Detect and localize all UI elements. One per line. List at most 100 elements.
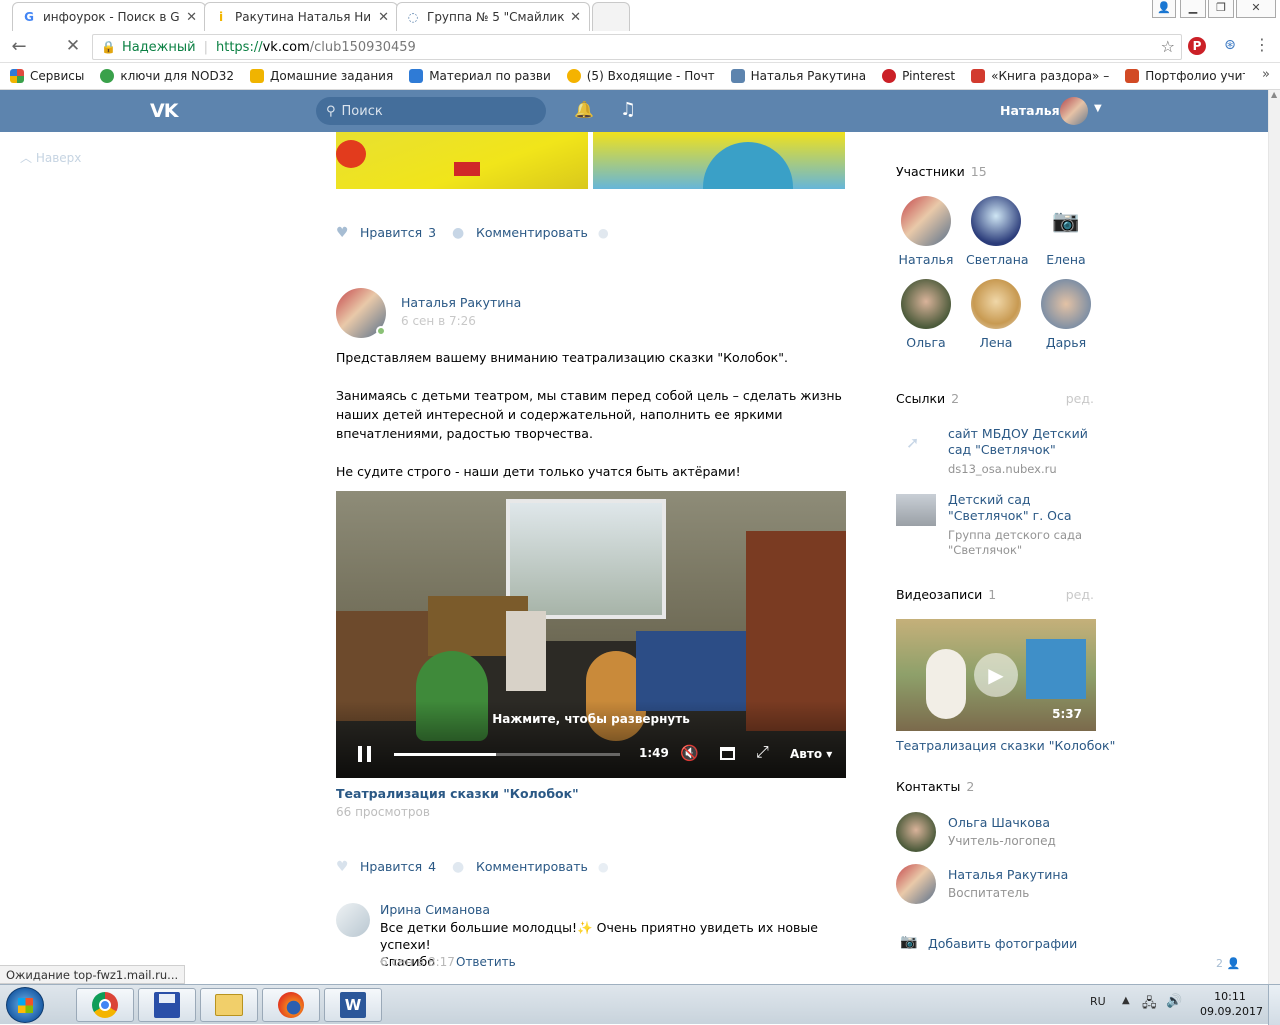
bookmark-pinterest[interactable]: Pinterest — [882, 69, 955, 83]
bell-icon[interactable]: 🔔 — [574, 100, 594, 120]
bookmark-material[interactable]: Материал по разви — [409, 69, 551, 83]
comment-date: 6 сен в 8:17 — [380, 955, 455, 969]
video-progress-bar[interactable] — [394, 753, 620, 756]
comment-button[interactable]: ● Комментировать ● — [452, 856, 609, 876]
post-photo[interactable] — [593, 132, 845, 189]
link-item-title[interactable]: сайт МБДОУ Детский сад "Светлячок" — [948, 426, 1088, 458]
chevron-down-icon[interactable]: ▼ — [1094, 103, 1102, 114]
fullscreen-icon[interactable]: ⤢ — [756, 742, 769, 762]
profile-icon[interactable]: 👤 — [1152, 0, 1176, 18]
member-item[interactable]: Ольга — [896, 279, 956, 350]
start-button[interactable] — [6, 987, 44, 1023]
bookmark-book[interactable]: «Книга раздора» – — [971, 69, 1109, 83]
post-photo[interactable] — [336, 132, 588, 189]
bookmark-services[interactable]: Сервисы — [10, 69, 84, 83]
tab-rakutina[interactable]: i Ракутина Наталья Нико ✕ — [204, 2, 398, 31]
bookmark-inbox[interactable]: (5) Входящие - Почт — [566, 69, 715, 83]
search-input[interactable]: ⚲ Поиск — [316, 97, 546, 125]
menu-icon[interactable]: ⋮ — [1254, 35, 1270, 57]
video-thumbnail[interactable]: ▶ 5:37 — [896, 619, 1096, 731]
close-window-button[interactable]: ✕ — [1236, 0, 1276, 18]
show-hidden-icons[interactable]: ▲ — [1122, 995, 1130, 1006]
volume-icon[interactable]: 🔊 — [1166, 994, 1182, 1009]
more-bookmarks-icon[interactable]: » — [1262, 67, 1270, 82]
show-desktop-button[interactable] — [1268, 985, 1280, 1025]
members-heading[interactable]: Участники 15 — [896, 164, 987, 179]
commenter-name[interactable]: Ирина Симанова — [380, 902, 490, 917]
close-tab-icon[interactable]: ✕ — [186, 10, 197, 25]
member-item[interactable]: 📷 Елена — [1036, 196, 1096, 267]
commenter-avatar[interactable] — [336, 903, 370, 937]
share-icon[interactable]: ● — [598, 225, 609, 240]
videos-heading[interactable]: Видеозаписи 1 ред. — [896, 587, 1096, 602]
bookmark-homework[interactable]: Домашние задания — [249, 69, 393, 83]
edit-links-link[interactable]: ред. — [1066, 391, 1094, 406]
tab-group-smile[interactable]: ◌ Группа № 5 "Смайлик" ✕ — [396, 2, 590, 31]
comment-button[interactable]: ● Комментировать ● — [452, 222, 609, 242]
user-name[interactable]: Наталья — [1000, 103, 1060, 118]
link-item-title[interactable]: Детский сад "Светлячок" г. Оса — [948, 492, 1088, 524]
mute-icon[interactable]: 🔇 — [680, 744, 699, 762]
music-icon[interactable]: ♫ — [620, 99, 640, 120]
comment-icon: ● — [452, 225, 465, 241]
contact-name[interactable]: Ольга Шачкова — [948, 815, 1050, 830]
user-avatar[interactable] — [1060, 97, 1088, 125]
tab-google-search[interactable]: G инфоурок - Поиск в Go ✕ — [12, 2, 206, 31]
links-heading[interactable]: Ссылки 2 ред. — [896, 391, 1096, 406]
explorer-taskbar-button[interactable] — [200, 988, 258, 1022]
pinterest-extension-icon[interactable]: P — [1188, 37, 1206, 55]
link-thumbnail[interactable] — [896, 494, 936, 526]
word-taskbar-button[interactable]: W — [324, 988, 382, 1022]
contact-avatar[interactable] — [896, 812, 936, 852]
back-to-top-link[interactable]: ︿ Наверх — [20, 149, 81, 166]
language-indicator[interactable]: RU — [1090, 995, 1106, 1008]
like-button[interactable]: ♥ Нравится 3 — [336, 222, 436, 242]
post-date[interactable]: 6 сен в 7:26 — [401, 314, 476, 328]
extension-icon[interactable]: ⊛ — [1220, 37, 1240, 55]
network-icon[interactable]: 🖧 — [1142, 994, 1157, 1016]
clock[interactable]: 10:11 09.09.2017 — [1200, 989, 1263, 1019]
member-item[interactable]: Дарья — [1036, 279, 1096, 350]
video-player[interactable]: Нажмите, чтобы развернуть 1:49 🔇 ⤢ Авто … — [336, 491, 846, 778]
contact-name[interactable]: Наталья Ракутина — [948, 867, 1068, 882]
close-tab-icon[interactable]: ✕ — [570, 10, 581, 25]
bookmark-vk-profile[interactable]: Наталья Ракутина — [730, 69, 866, 83]
back-icon[interactable]: ← — [8, 36, 30, 58]
contact-role: Воспитатель — [948, 886, 1030, 900]
contact-avatar[interactable] — [896, 864, 936, 904]
video-item-title[interactable]: Театрализация сказки "Колобок" — [896, 738, 1115, 753]
member-item[interactable]: Наталья — [896, 196, 956, 267]
pause-icon[interactable] — [358, 746, 372, 762]
bookmark-nod32[interactable]: ключи для NOD32 — [100, 69, 234, 83]
firefox-taskbar-button[interactable] — [262, 988, 320, 1022]
contacts-heading[interactable]: Контакты 2 — [896, 779, 974, 794]
page-scrollbar[interactable]: ▲ — [1268, 90, 1280, 984]
quality-selector[interactable]: Авто ▾ — [790, 747, 832, 761]
minimize-button[interactable]: ▁ — [1180, 0, 1206, 18]
like-button[interactable]: ♥ Нравится 4 — [336, 856, 436, 876]
close-tab-icon[interactable]: ✕ — [378, 10, 389, 25]
loading-spinner-icon: ◌ — [407, 10, 419, 24]
vk-logo[interactable]: VK — [150, 100, 184, 122]
mini-player-icon[interactable] — [720, 747, 735, 760]
member-item[interactable]: Лена — [966, 279, 1026, 350]
new-tab-button[interactable] — [592, 2, 630, 31]
heart-icon: ♥ — [336, 859, 349, 875]
member-item[interactable]: Светлана — [966, 196, 1029, 267]
bookmark-portfolio[interactable]: Портфолио учителе — [1125, 69, 1245, 83]
video-title-link[interactable]: Театрализация сказки "Колобок" — [336, 786, 579, 801]
post-author-name[interactable]: Наталья Ракутина — [401, 295, 521, 310]
restore-button[interactable]: ❐ — [1208, 0, 1234, 18]
post-text-line: Не судите строго - наши дети только учат… — [336, 464, 741, 479]
share-icon[interactable]: ● — [598, 859, 609, 874]
chrome-taskbar-button[interactable] — [76, 988, 134, 1022]
stop-loading-icon[interactable]: ✕ — [62, 36, 84, 58]
online-friends-counter[interactable]: 2 👤 — [1216, 957, 1240, 970]
bookmark-star-icon[interactable]: ☆ — [1161, 37, 1175, 56]
reply-link[interactable]: Ответить — [456, 955, 516, 969]
edit-videos-link[interactable]: ред. — [1066, 587, 1094, 602]
save-taskbar-button[interactable] — [138, 988, 196, 1022]
add-photos-link[interactable]: Добавить фотографии — [928, 936, 1077, 951]
play-icon[interactable]: ▶ — [974, 653, 1018, 697]
address-bar[interactable]: 🔒 Надежный | https:// vk.com /club150930… — [92, 34, 1182, 60]
